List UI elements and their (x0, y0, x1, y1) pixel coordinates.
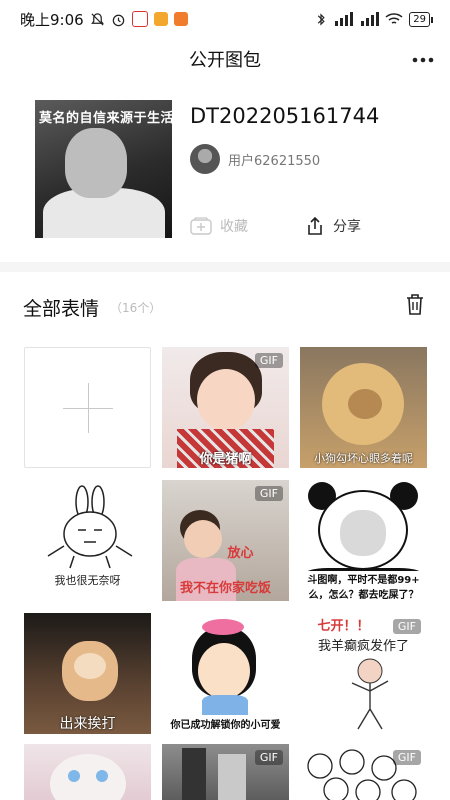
bluetooth-icon (315, 12, 327, 27)
favorite-label: 收藏 (220, 219, 248, 235)
sticker-caption: 我也很无奈呀 (54, 574, 121, 587)
gif-badge: GIF (392, 750, 421, 765)
gif-badge: GIF (392, 619, 421, 634)
shop-app-icon (173, 12, 188, 26)
signal-icon-2 (359, 12, 380, 26)
pack-author[interactable]: 用户62621550 (190, 144, 320, 174)
status-time: 晚上9:06 (20, 10, 84, 29)
favorite-icon (190, 217, 212, 235)
status-bar: 晚上9:06 29 (0, 0, 450, 38)
gif-badge: GIF (254, 486, 283, 501)
bell-muted-icon (90, 12, 105, 27)
sticker-face (197, 369, 255, 431)
more-options-icon[interactable] (412, 44, 434, 69)
sticker-tile[interactable]: GIF 放心 我不在你家吃饭 (162, 480, 289, 601)
sticker-count: （16个） (110, 301, 162, 315)
sticker-tile[interactable]: GIF 你是猪啊 (162, 347, 289, 468)
share-button[interactable]: 分享 (305, 216, 361, 236)
sticker-tile[interactable]: 出来挨打 (24, 613, 151, 734)
favorite-button[interactable]: 收藏 (190, 216, 248, 236)
page-title: 公开图包 (189, 50, 261, 71)
sticker-tile[interactable]: 我也很无奈呀 (24, 480, 151, 601)
calendar-app-icon (131, 11, 148, 27)
sticker-caption: 小狗勾坏心眼多着呢 (314, 452, 413, 465)
sticker-caption: 么，怎么？都去吃屎了？ (300, 586, 427, 601)
dancing-figure (351, 658, 389, 730)
notes-app-icon (153, 12, 168, 26)
gif-badge: GIF (254, 353, 283, 368)
sticker-caption: 斗图啊，平时不是都99+ (300, 571, 427, 586)
avatar[interactable] (190, 144, 220, 174)
sticker-figure (218, 754, 246, 800)
section-title: 全部表情 (23, 298, 100, 320)
sticker-cat (50, 754, 126, 800)
sticker-tile[interactable]: GIF (162, 744, 289, 800)
sticker-caption: 我不在你家吃饭 (179, 581, 271, 596)
sticker-eye (96, 770, 108, 782)
sticker-caption: 放心 (227, 546, 254, 561)
sticker-face (74, 653, 106, 679)
sticker-tile[interactable]: 七开！！ GIF 我羊癫疯发作了 (300, 613, 427, 734)
pack-cover-image: 莫名的自信来源于生活 (35, 100, 172, 238)
sticker-face (348, 389, 382, 419)
signal-icon (333, 12, 354, 26)
author-name[interactable]: 用户62621550 (228, 150, 320, 169)
section-divider (0, 262, 450, 272)
cover-figure-face (65, 128, 127, 198)
sticker-figure (182, 748, 206, 800)
sticker-caption: 我羊癫疯发作了 (317, 639, 409, 654)
share-label: 分享 (333, 219, 361, 235)
pack-info: 莫名的自信来源于生活 DT202205161744 用户62621550 收藏 … (0, 78, 450, 258)
sticker-face (198, 643, 250, 699)
sticker-face (340, 510, 386, 556)
share-icon (308, 216, 322, 235)
sticker-tile[interactable]: 小狗勾坏心眼多着呢 (300, 347, 427, 468)
sticker-caption: 你是猪啊 (199, 452, 252, 467)
sticker-bow (202, 619, 244, 635)
bunny-drawing (47, 485, 133, 569)
sticker-tile[interactable]: GIF (300, 744, 427, 800)
add-sticker-button[interactable] (24, 347, 151, 468)
cover-caption: 莫名的自信来源于生活 (39, 111, 172, 126)
top-bar: 公开图包 (0, 38, 450, 78)
pack-name: DT202205161744 (190, 104, 380, 128)
trash-icon[interactable] (404, 292, 426, 320)
alarm-icon (111, 12, 126, 27)
sticker-tile[interactable] (24, 744, 151, 800)
sticker-caption: 出来挨打 (59, 716, 116, 732)
gif-badge: GIF (254, 750, 283, 765)
sticker-caption: 你已成功解锁你的小可爱 (170, 720, 281, 731)
sticker-shirt (202, 695, 248, 715)
sticker-eye (68, 770, 80, 782)
sticker-tile[interactable]: 斗图啊，平时不是都99+ 么，怎么？都去吃屎了？ (300, 480, 427, 601)
sticker-tile[interactable]: 你已成功解锁你的小可爱 (162, 613, 289, 734)
wifi-icon (385, 12, 403, 26)
battery-indicator: 29 (409, 11, 433, 27)
stickers-section-header: 全部表情 （16个） (0, 272, 450, 334)
